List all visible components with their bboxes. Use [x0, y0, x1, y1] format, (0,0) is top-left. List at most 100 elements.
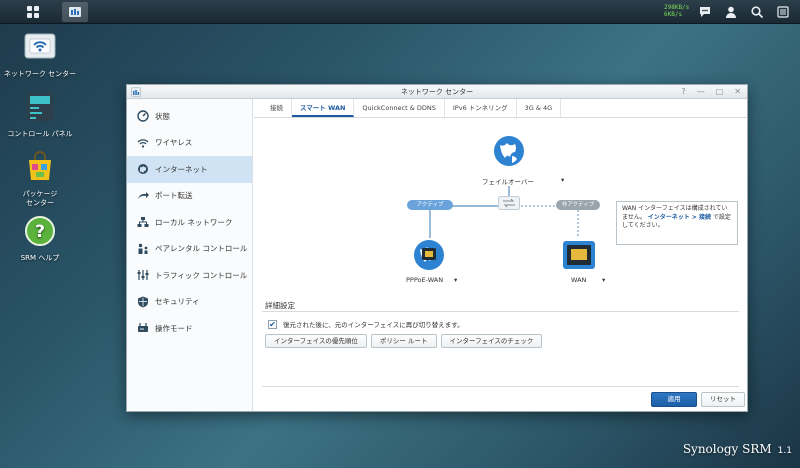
minimize-button[interactable]: — [697, 85, 705, 99]
sidebar-item-parental-control[interactable]: ペアレンタル コントロール [127, 236, 252, 263]
desktop-icon-label: コントロール パネル [7, 130, 73, 138]
chevron-down-icon: ▾ [454, 276, 458, 284]
policy-route-button[interactable]: ポリシー ルート [370, 334, 437, 348]
sidebar-item-label: ワイヤレス [155, 138, 193, 148]
wan-tooltip: WAN インターフェイスは構成されていません。 インターネット > 接続 で設定… [616, 201, 738, 245]
reset-button[interactable]: リセット [701, 392, 745, 407]
tab-quickconnect-ddns[interactable]: QuickConnect & DDNS [354, 99, 445, 117]
tooltip-link[interactable]: インターネット > 接続 [648, 214, 711, 221]
tab-connection[interactable]: 接続 [262, 99, 292, 117]
sidebar-item-internet[interactable]: インターネット [127, 156, 252, 183]
taskbar: 298KB/s 6KB/s [0, 0, 800, 24]
chevron-down-icon: ▾ [602, 276, 606, 284]
main-panel: 接続 スマート WAN QuickConnect & DDNS IPv6 トンネ… [254, 99, 747, 411]
globe-icon [137, 163, 149, 175]
svg-text:?: ? [35, 222, 45, 242]
failback-checkbox[interactable]: ✔ [268, 319, 277, 329]
advanced-settings-title: 詳細設定 [265, 301, 295, 310]
network-center-icon [24, 33, 56, 59]
apply-button[interactable]: 適用 [651, 392, 697, 407]
ethernet-port-icon [563, 241, 595, 269]
switch-icon[interactable] [498, 196, 520, 210]
network-center-window: ネットワーク センター ? — □ ✕ 状態 ワイヤレス インターネット ポート… [126, 84, 748, 412]
options-button[interactable] [774, 3, 792, 21]
list-icon [777, 6, 789, 18]
desktop-icon-package-center[interactable]: パッケージ センター [0, 150, 80, 208]
sidebar-item-status[interactable]: 状態 [127, 103, 252, 130]
window-title: ネットワーク センター [400, 88, 474, 96]
globe-icon [494, 136, 524, 166]
tab-bar: 接続 スマート WAN QuickConnect & DDNS IPv6 トンネ… [254, 99, 747, 118]
failover-label-text: フェイルオーバー [482, 178, 534, 186]
failover-dropdown[interactable]: ▾ [561, 176, 564, 184]
interface-check-button[interactable]: インターフェイスのチェック [440, 334, 543, 348]
sidebar: 状態 ワイヤレス インターネット ポート転送 ローカル ネットワーク ペアレンタ… [127, 99, 253, 411]
main-menu-button[interactable] [20, 2, 46, 22]
wan-label: WAN [571, 276, 587, 284]
desktop-icon-label: SRM ヘルプ [20, 254, 60, 262]
user-icon [726, 6, 736, 18]
sidebar-item-label: ローカル ネットワーク [155, 217, 233, 227]
interface-priority-button[interactable]: インターフェイスの優先順位 [265, 334, 367, 348]
sidebar-item-label: 状態 [155, 111, 170, 121]
tab-3g-4g[interactable]: 3G & 4G [517, 99, 562, 117]
search-icon [751, 6, 764, 19]
taskbar-network-center-button[interactable] [62, 2, 88, 22]
sidebar-item-operation-mode[interactable]: 操作モード [127, 315, 252, 342]
user-button[interactable] [722, 3, 740, 21]
divider [262, 311, 739, 312]
wifi-icon [137, 137, 149, 149]
desktop-icon-label: パッケージ センター [22, 190, 58, 207]
chat-bubble-icon [700, 7, 710, 17]
port-forward-icon [137, 190, 149, 202]
brand-version: 1.1 [777, 446, 792, 456]
chevron-down-icon: ▾ [561, 176, 565, 184]
sidebar-item-local-network[interactable]: ローカル ネットワーク [127, 209, 252, 236]
failover-label: フェイルオーバー [482, 176, 534, 186]
smart-wan-diagram: フェイルオーバー ▾ アクティブ 非アクティブ PPPoE-WAN ▾ WAN … [254, 118, 748, 298]
control-panel-icon [27, 93, 53, 121]
status-inactive-pill: 非アクティブ [556, 200, 600, 210]
grid-icon [27, 6, 39, 18]
close-button[interactable]: ✕ [734, 85, 741, 99]
desktop-icon-control-panel[interactable]: コントロール パネル [0, 90, 80, 139]
pppoe-wan-label: PPPoE-WAN [406, 276, 444, 284]
parental-icon [137, 243, 149, 255]
search-button[interactable] [748, 3, 766, 21]
sidebar-item-security[interactable]: セキュリティ [127, 289, 252, 316]
tab-smart-wan[interactable]: スマート WAN [292, 99, 355, 117]
wan-dropdown[interactable]: ▾ [602, 276, 605, 284]
sidebar-item-label: セキュリティ [155, 297, 200, 307]
synology-srm-logo: Synology SRM 1.1 [683, 442, 792, 456]
failback-checkbox-row[interactable]: ✔ 復元された後に、元のインターフェイスに再び切り替えます。 [268, 319, 464, 329]
tab-ipv6-tunneling[interactable]: IPv6 トンネリング [445, 99, 517, 117]
brand-name: Synology SRM [682, 442, 772, 456]
operation-mode-icon [137, 322, 149, 334]
status-icon [137, 110, 149, 122]
help-button[interactable]: ? [681, 85, 685, 99]
sidebar-item-label: ポート転送 [155, 191, 193, 201]
desktop-icon-label: ネットワーク センター [3, 70, 77, 78]
network-center-icon [131, 87, 141, 97]
desktop-icon-network-center[interactable]: ネットワーク センター [0, 30, 80, 79]
sidebar-item-label: 操作モード [155, 323, 193, 333]
sidebar-item-port-forwarding[interactable]: ポート転送 [127, 183, 252, 210]
window-titlebar[interactable]: ネットワーク センター ? — □ ✕ [127, 85, 747, 99]
sidebar-item-traffic-control[interactable]: トラフィック コントロール [127, 262, 252, 289]
pppoe-wan-dropdown[interactable]: ▾ [454, 276, 457, 284]
sidebar-item-label: ペアレンタル コントロール [155, 244, 248, 254]
advanced-buttons: インターフェイスの優先順位 ポリシー ルート インターフェイスのチェック [265, 334, 543, 348]
help-icon: ? [25, 216, 55, 246]
traffic-icon [137, 269, 149, 281]
network-center-icon [69, 7, 81, 17]
desktop-icon-srm-help[interactable]: ? SRM ヘルプ [0, 214, 80, 263]
pppoe-wan-icon [414, 240, 444, 270]
failback-checkbox-label: 復元された後に、元のインターフェイスに再び切り替えます。 [283, 321, 464, 329]
notification-button[interactable] [696, 3, 714, 21]
maximize-button[interactable]: □ [716, 85, 724, 99]
package-center-icon [29, 151, 51, 180]
shield-icon [137, 296, 149, 308]
sidebar-item-label: インターネット [155, 164, 208, 174]
footer-divider [262, 386, 739, 387]
sidebar-item-wireless[interactable]: ワイヤレス [127, 130, 252, 157]
